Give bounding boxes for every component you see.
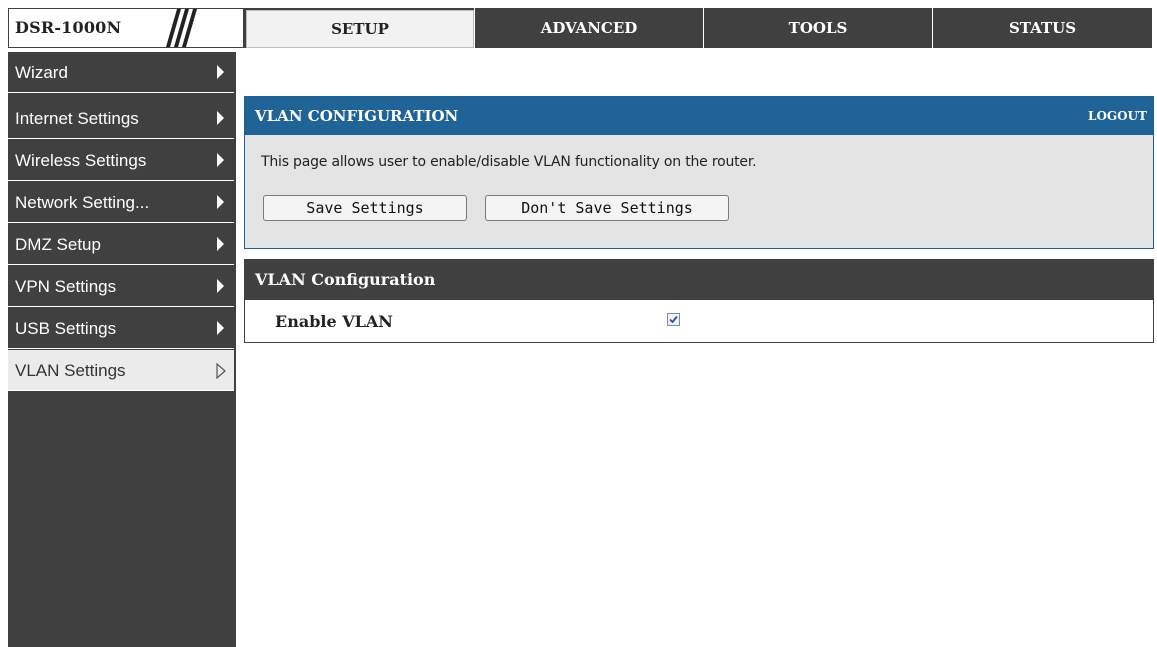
page-description: This page allows user to enable/disable … [261,154,757,170]
top-nav-bar: DSR-1000N SETUP ADVANCED TOOLS STATUS [8,8,1152,48]
triangle-right-icon [217,237,224,251]
checkbox-checked-icon [669,315,678,324]
triangle-right-icon [217,321,224,335]
tab-advanced[interactable]: ADVANCED [475,8,703,48]
enable-vlan-checkbox[interactable] [667,313,680,326]
logout-link[interactable]: LOGOUT [1088,109,1147,123]
brand-slashes-icon [166,9,197,47]
brand-box: DSR-1000N [8,8,244,48]
enable-vlan-label: Enable VLAN [275,312,393,331]
config-header: VLAN CONFIGURATION LOGOUT [245,97,1153,135]
sidebar-item-wizard[interactable]: Wizard [8,52,234,93]
sidebar-item-label: VLAN Settings [15,361,126,380]
triangle-right-icon [217,65,224,79]
sidebar-item-vpn-settings[interactable]: VPN Settings [8,266,234,307]
sidebar-item-vlan-settings[interactable]: VLAN Settings [8,350,234,391]
brand-label: DSR-1000N [15,18,122,37]
sidebar: Wizard Internet Settings Wireless Settin… [8,52,236,647]
triangle-right-icon [217,111,224,125]
tab-setup[interactable]: SETUP [246,10,474,48]
sidebar-item-label: DMZ Setup [15,235,101,254]
tab-tools[interactable]: TOOLS [704,8,932,48]
sidebar-item-network-settings[interactable]: Network Setting... [8,182,234,223]
triangle-right-icon [217,195,224,209]
page-title: VLAN CONFIGURATION [255,107,459,125]
triangle-right-icon [217,279,224,293]
sidebar-item-label: Network Setting... [15,193,150,212]
save-settings-button[interactable]: Save Settings [263,195,467,221]
sidebar-item-label: Internet Settings [15,109,139,128]
sidebar-item-internet-settings[interactable]: Internet Settings [8,98,234,139]
config-panel: VLAN CONFIGURATION LOGOUT This page allo… [244,96,1154,249]
sidebar-item-label: Wireless Settings [15,151,147,170]
sidebar-item-usb-settings[interactable]: USB Settings [8,308,234,349]
sidebar-item-label: Wizard [15,63,68,82]
sidebar-item-wireless-settings[interactable]: Wireless Settings [8,140,234,181]
dont-save-settings-button[interactable]: Don't Save Settings [485,195,729,221]
sidebar-item-label: VPN Settings [15,277,117,296]
triangle-right-icon [217,153,224,167]
section-title: VLAN Configuration [255,270,436,289]
sidebar-item-label: USB Settings [15,319,117,338]
tab-status[interactable]: STATUS [933,8,1152,48]
triangle-right-outline-icon [216,363,226,379]
sidebar-item-dmz-setup[interactable]: DMZ Setup [8,224,234,265]
vlan-section-header: VLAN Configuration [245,260,1153,300]
vlan-section: VLAN Configuration Enable VLAN [244,259,1154,343]
